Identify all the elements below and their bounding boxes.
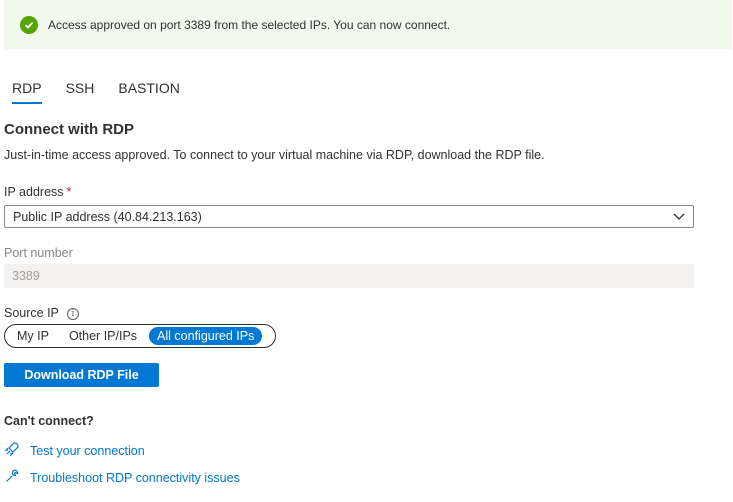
test-connection-link[interactable]: Test your connection	[4, 441, 145, 460]
port-number-field: 3389	[4, 264, 694, 288]
rocket-icon	[4, 441, 30, 460]
source-ip-label: Source IP i	[4, 306, 79, 320]
test-connection-label: Test your connection	[30, 443, 145, 458]
tab-ssh[interactable]: SSH	[66, 80, 95, 104]
download-rdp-button[interactable]: Download RDP File	[4, 363, 159, 387]
tab-rdp[interactable]: RDP	[12, 80, 42, 104]
success-check-icon	[20, 15, 38, 34]
success-banner: Access approved on port 3389 from the se…	[4, 0, 732, 49]
ip-address-label-text: IP address	[4, 185, 64, 199]
banner-message: Access approved on port 3389 from the se…	[48, 17, 451, 32]
section-title: Connect with RDP	[4, 121, 134, 138]
section-description: Just-in-time access approved. To connect…	[4, 148, 545, 162]
source-ip-toggle: My IP Other IP/IPs All configured IPs	[4, 324, 276, 348]
ip-address-dropdown[interactable]: Public IP address (40.84.213.163)	[4, 205, 694, 228]
cant-connect-heading: Can't connect?	[4, 414, 94, 428]
required-marker: *	[66, 185, 72, 199]
source-ip-option-all-configured[interactable]: All configured IPs	[149, 327, 263, 345]
source-ip-label-text: Source IP	[4, 306, 59, 320]
chevron-down-icon	[673, 210, 685, 224]
troubleshoot-label: Troubleshoot RDP connectivity issues	[30, 470, 240, 485]
info-icon[interactable]: i	[66, 307, 79, 320]
tab-bastion[interactable]: BASTION	[118, 80, 179, 104]
troubleshoot-link[interactable]: Troubleshoot RDP connectivity issues	[4, 468, 240, 487]
connection-tabs: RDP SSH BASTION	[12, 80, 204, 104]
wrench-icon	[4, 468, 30, 487]
ip-address-label: IP address *	[4, 185, 71, 199]
ip-address-value: Public IP address (40.84.213.163)	[13, 209, 202, 224]
port-number-label: Port number	[4, 246, 73, 260]
source-ip-option-my-ip[interactable]: My IP	[7, 327, 59, 345]
source-ip-option-other-ips[interactable]: Other IP/IPs	[59, 327, 147, 345]
